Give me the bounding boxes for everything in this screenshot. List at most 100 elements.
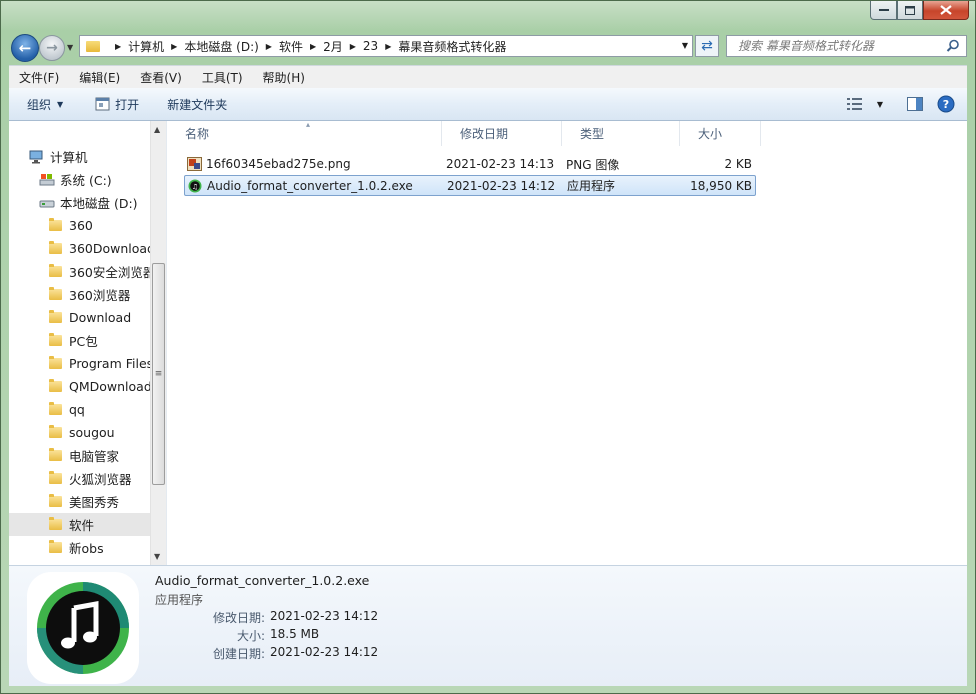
help-icon[interactable]: ? — [937, 95, 955, 113]
nav-folder-item[interactable]: 360浏览器 — [9, 283, 150, 306]
nav-folder-item[interactable]: qq — [9, 398, 150, 421]
nav-item-computer[interactable]: 计算机 — [9, 145, 150, 168]
nav-folder-item[interactable]: 火狐浏览器 — [9, 467, 150, 490]
nav-folder-item[interactable]: 360安全浏览器 — [9, 260, 150, 283]
breadcrumb-computer[interactable]: 计算机 — [128, 38, 164, 55]
column-date-label: 修改日期 — [460, 127, 509, 141]
column-size-label: 大小 — [698, 127, 723, 141]
menu-file[interactable]: 文件(F) — [9, 69, 69, 86]
details-size-value: 18.5 MB — [270, 627, 320, 641]
organize-label: 组织 — [27, 97, 52, 112]
file-type: 应用程序 — [567, 179, 616, 193]
details-modified-value: 2021-02-23 14:12 — [270, 609, 379, 623]
title-bar — [1, 1, 975, 31]
arrow-right-icon: → — [46, 40, 58, 56]
folder-icon — [49, 448, 62, 461]
refresh-icon: ⇄ — [701, 38, 713, 54]
folder-icon — [49, 356, 62, 369]
menu-view[interactable]: 查看(V) — [130, 69, 192, 86]
chevron-right-icon[interactable]: ▶ — [266, 42, 272, 51]
new-folder-label: 新建文件夹 — [167, 97, 228, 112]
nav-scrollbar-thumb[interactable]: ≡ — [152, 263, 165, 485]
menu-help[interactable]: 帮助(H) — [253, 69, 315, 86]
open-button[interactable]: 打开 — [95, 96, 139, 113]
close-button[interactable] — [923, 1, 969, 20]
refresh-button[interactable]: ⇄ — [695, 35, 719, 57]
file-size: 2 KB — [724, 157, 752, 171]
nav-folder-label: Program Files — [69, 356, 150, 371]
nav-folder-label: Download — [69, 310, 132, 325]
breadcrumb-software[interactable]: 软件 — [279, 38, 303, 55]
chevron-right-icon[interactable]: ▶ — [385, 42, 391, 51]
file-row-png[interactable]: 16f60345ebad275e.png 2021-02-23 14:13 PN… — [184, 154, 756, 174]
change-view-button[interactable]: ▼ — [846, 98, 883, 110]
open-window-icon — [95, 97, 110, 111]
address-bar[interactable]: ▶ 计算机 ▶ 本地磁盘 (D:) ▶ 软件 ▶ 2月 ▶ 23 ▶ 幕果音频格… — [79, 35, 693, 57]
grip-icon: ≡ — [154, 369, 163, 379]
address-history-dropdown[interactable]: ▼ — [682, 41, 688, 50]
nav-folder-item[interactable]: Download — [9, 306, 150, 329]
nav-scrollbar[interactable]: ▲ ≡ ▼ — [150, 121, 166, 565]
chevron-right-icon[interactable]: ▶ — [310, 42, 316, 51]
scroll-up-icon[interactable]: ▲ — [154, 125, 160, 134]
column-header-name[interactable]: 名称 ▴ — [167, 120, 442, 146]
close-icon — [940, 5, 952, 15]
nav-folder-label: qq — [69, 402, 85, 417]
folder-icon — [49, 287, 62, 300]
arrow-left-icon: ← — [18, 39, 32, 57]
details-modified-row: 修改日期: 2021-02-23 14:12 — [155, 609, 455, 627]
nav-folder-item[interactable]: 软件 — [9, 513, 150, 536]
forward-button[interactable]: → — [39, 35, 65, 61]
nav-folder-label: 电脑管家 — [69, 449, 120, 464]
recent-pages-dropdown[interactable]: ▼ — [67, 43, 73, 52]
nav-folder-item[interactable]: 美图秀秀 — [9, 490, 150, 513]
column-header-size[interactable]: 大小 — [680, 121, 761, 146]
nav-folder-item[interactable]: 新obs — [9, 536, 150, 559]
nav-folder-item[interactable]: 360Download — [9, 237, 150, 260]
nav-folder-item[interactable]: 电脑管家 — [9, 444, 150, 467]
file-date: 2021-02-23 14:12 — [447, 178, 556, 193]
file-row-exe[interactable]: ♫ Audio_format_converter_1.0.2.exe 2021-… — [184, 175, 756, 196]
details-file-name: Audio_format_converter_1.0.2.exe — [155, 573, 370, 588]
folder-icon — [86, 40, 100, 52]
breadcrumb-current-folder[interactable]: 幕果音频格式转化器 — [398, 38, 506, 55]
column-header-type[interactable]: 类型 — [562, 121, 680, 146]
folder-icon — [49, 471, 62, 484]
nav-item-drive-d[interactable]: 本地磁盘 (D:) — [9, 191, 150, 214]
file-name: Audio_format_converter_1.0.2.exe — [207, 178, 413, 193]
nav-folder-label: 360Download — [69, 241, 150, 256]
menu-tools[interactable]: 工具(T) — [192, 69, 253, 86]
nav-folder-item[interactable]: QMDownload — [9, 375, 150, 398]
system-drive-icon — [39, 173, 55, 185]
scroll-down-icon[interactable]: ▼ — [154, 552, 160, 561]
preview-pane-icon[interactable] — [907, 97, 923, 111]
breadcrumb-23[interactable]: 23 — [363, 39, 378, 53]
svg-text:?: ? — [943, 98, 949, 111]
chevron-right-icon[interactable]: ▶ — [115, 42, 121, 51]
chevron-right-icon[interactable]: ▶ — [350, 42, 356, 51]
breadcrumb-february[interactable]: 2月 — [323, 38, 343, 55]
chevron-right-icon[interactable]: ▶ — [171, 42, 177, 51]
file-size: 18,950 KB — [690, 178, 752, 193]
details-created-row: 创建日期: 2021-02-23 14:12 — [155, 645, 455, 663]
breadcrumb-drive-d[interactable]: 本地磁盘 (D:) — [184, 38, 258, 55]
minimize-button[interactable] — [870, 1, 897, 20]
nav-computer-label: 计算机 — [50, 150, 88, 165]
nav-folder-item[interactable]: Program Files — [9, 352, 150, 375]
nav-folder-label: QMDownload — [69, 379, 150, 394]
menu-edit[interactable]: 编辑(E) — [69, 69, 130, 86]
column-header-date[interactable]: 修改日期 — [442, 121, 562, 146]
organize-button[interactable]: 组织 ▼ — [27, 96, 63, 113]
file-date: 2021-02-23 14:13 — [446, 157, 555, 171]
maximize-button[interactable] — [897, 1, 923, 20]
nav-item-drive-c[interactable]: 系统 (C:) — [9, 168, 150, 191]
nav-folder-item[interactable]: PC包 — [9, 329, 150, 352]
new-folder-button[interactable]: 新建文件夹 — [167, 96, 227, 113]
search-input[interactable] — [736, 38, 945, 54]
nav-folder-item[interactable]: sougou — [9, 421, 150, 444]
folder-icon — [49, 241, 62, 254]
search-icon[interactable] — [946, 39, 960, 53]
nav-folder-item[interactable]: 360 — [9, 214, 150, 237]
svg-text:♫: ♫ — [192, 183, 198, 191]
back-button[interactable]: ← — [11, 34, 39, 62]
